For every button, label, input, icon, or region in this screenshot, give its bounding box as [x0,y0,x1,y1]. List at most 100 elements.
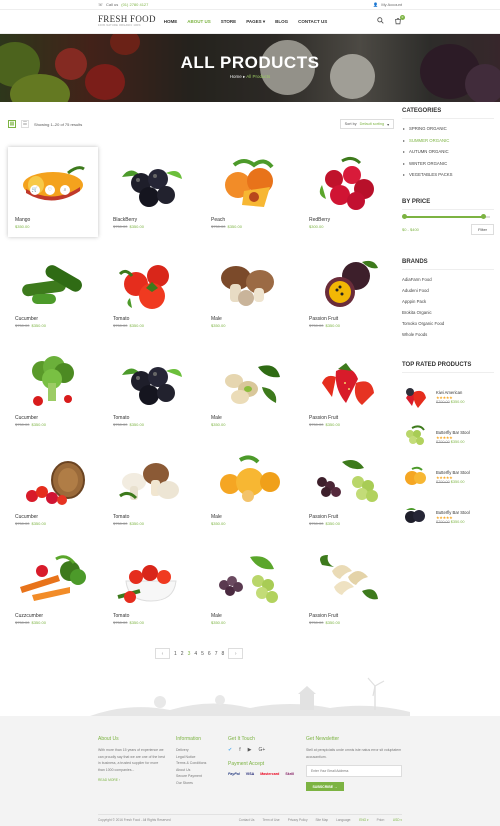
nav-about-us[interactable]: ABOUT US [187,19,211,25]
language-select[interactable]: ENG ▾ [359,818,368,822]
product-name[interactable]: Tomato [113,316,129,322]
list-view-button[interactable]: ☰ [21,120,29,128]
product-card[interactable]: Cucumber $750.00 $350.00 [8,246,98,336]
product-name[interactable]: Passion Fruit [309,514,338,520]
product-image[interactable] [214,155,284,213]
product-name[interactable]: Cuzzcumber [15,613,43,619]
product-image[interactable] [214,551,284,609]
category-spring-organic[interactable]: SPRING ORGANIC [402,123,494,135]
brand-item[interactable]: Tomoko Organic Food [402,318,494,329]
product-image[interactable] [18,353,88,411]
product-name[interactable]: Mango [15,217,30,223]
currency-select[interactable]: USD ▾ [393,818,402,822]
product-name[interactable]: Male [211,613,222,619]
product-image[interactable] [116,353,186,411]
cart-icon[interactable]: 0 [394,14,405,27]
top-rated-image[interactable] [402,384,428,410]
category-winter-organic[interactable]: WINTER ORGANIC [402,158,494,170]
newsletter-email-input[interactable] [306,765,402,777]
product-card[interactable]: Passion Fruit $750.00 $350.00 [302,444,392,534]
category-summer-organic[interactable]: SUMMER ORGANIC [402,135,494,147]
product-name[interactable]: Tomato [113,415,129,421]
google-plus-icon[interactable]: G+ [258,747,265,753]
footer-bottom-link[interactable]: Contact Us [239,818,255,822]
product-card[interactable]: Cuzzcumber $750.00 $350.00 [8,543,98,633]
product-card[interactable]: Male $350.00 [204,345,294,435]
logo-name[interactable]: FRESH FOOD [98,15,156,24]
category-autumn-organic[interactable]: AUTUMN ORGANIC [402,146,494,158]
footer-bottom-link[interactable]: Privacy Policy [288,818,308,822]
grid-view-button[interactable]: ▦ [8,120,16,128]
product-image[interactable] [312,452,382,510]
product-image[interactable] [116,254,186,312]
category-vegetables-packs[interactable]: VEGETABLES PACKS [402,169,494,181]
product-card[interactable]: Male $350.00 [204,246,294,336]
nav-home[interactable]: HOME [164,19,178,25]
wishlist-icon[interactable]: ♡ [45,185,55,195]
product-card[interactable]: Passion Fruit $750.00 $350.00 [302,543,392,633]
account-label[interactable]: My Account [381,2,402,7]
page-4[interactable]: 4 [194,651,197,657]
page-8[interactable]: 8 [221,651,224,657]
product-name[interactable]: Cucumber [15,316,38,322]
footer-link[interactable]: Our Stores [176,780,206,787]
footer-bottom-link[interactable]: Site Map [316,818,329,822]
page-5[interactable]: 5 [201,651,204,657]
product-image[interactable] [116,551,186,609]
brand-item[interactable]: Adudeni Food [402,285,494,296]
product-name[interactable]: Cucumber [15,514,38,520]
page-2[interactable]: 2 [181,651,184,657]
product-card[interactable]: RedBerry $300.00 [302,147,392,237]
product-image[interactable] [312,353,382,411]
brand-item[interactable]: Whole Foods [402,329,494,340]
top-rated-image[interactable] [402,504,428,530]
product-image[interactable] [214,353,284,411]
product-name[interactable]: Tomato [113,613,129,619]
top-rated-name[interactable]: Butterfly Bar Stool [436,430,470,435]
top-rated-name[interactable]: Butterfly Bar Stool [436,510,470,515]
product-card[interactable]: Tomato $750.00 $350.00 [106,543,196,633]
page-3[interactable]: 3 [188,651,191,657]
footer-bottom-link[interactable]: Term of Use [263,818,280,822]
product-image[interactable] [214,452,284,510]
quick-view-icon[interactable]: ⌕ [60,185,70,195]
price-max-handle[interactable] [481,214,486,219]
product-card[interactable]: Male $350.00 [204,444,294,534]
product-name[interactable]: Male [211,415,222,421]
nav-store[interactable]: STORE [221,19,236,25]
breadcrumb-home[interactable]: Home [230,74,242,79]
brand-item[interactable]: Apppin Pack [402,296,494,307]
brand-item[interactable]: Brokita Organic [402,307,494,318]
top-rated-item[interactable]: Butterfly Bar Stool ★★★★★ $700.00 $350.00 [402,497,494,537]
facebook-icon[interactable]: f [239,747,240,753]
logo[interactable]: FRESH FOOD 100% NATURE ORGANIC 100% [98,15,156,28]
top-rated-image[interactable] [402,464,428,490]
page-6[interactable]: 6 [208,651,211,657]
top-rated-name[interactable]: Butterfly Bar Stool [436,470,470,475]
product-name[interactable]: Male [211,316,222,322]
product-card[interactable]: Cucumber $750.00 $350.00 [8,444,98,534]
brand-item[interactable]: AdiaFarm Food [402,274,494,285]
nav-pages[interactable]: PAGES ▾ [246,19,265,25]
product-name[interactable]: Passion Fruit [309,316,338,322]
product-name[interactable]: RedBerry [309,217,330,223]
product-card[interactable]: Peach $750.00 $350.00 [204,147,294,237]
top-rated-item[interactable]: Butterfly Bar Stool ★★★★★ $700.00 $350.00 [402,457,494,497]
top-rated-image[interactable] [402,424,428,450]
product-name[interactable]: Peach [211,217,225,223]
product-card[interactable]: Mango $350.00 🛒 ♡ ⌕ [8,147,98,237]
product-name[interactable]: Passion Fruit [309,613,338,619]
product-card[interactable]: Tomato $750.00 $350.00 [106,345,196,435]
product-card[interactable]: Male $350.00 [204,543,294,633]
product-name[interactable]: Tomato [113,514,129,520]
product-card[interactable]: Cucumber $750.00 $350.00 [8,345,98,435]
nav-blog[interactable]: BLOG [275,19,288,25]
sort-value[interactable]: Default sorting [360,122,384,126]
product-name[interactable]: Male [211,514,222,520]
top-rated-item[interactable]: Butterfly Bar Stool ★★★★★ $700.00 $350.00 [402,417,494,457]
product-image[interactable] [18,254,88,312]
top-rated-name[interactable]: Kiwi American [436,390,465,395]
subscribe-button[interactable]: SUBSCRIBE → [306,782,344,791]
product-name[interactable]: BlackBerry [113,217,137,223]
product-image[interactable] [312,155,382,213]
